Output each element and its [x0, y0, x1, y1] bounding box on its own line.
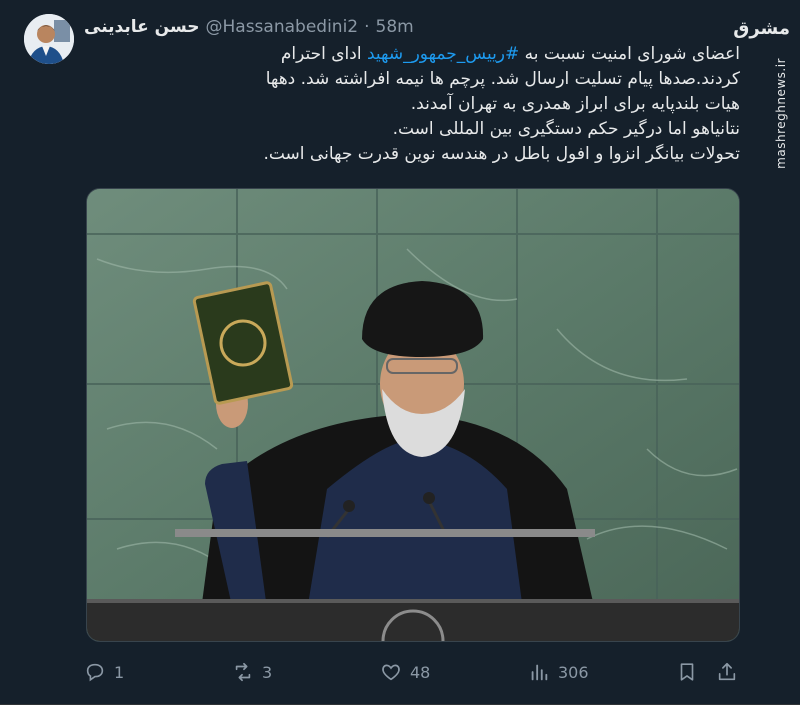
heart-icon — [382, 664, 400, 681]
tweet-paragraph-1: اعضای شورای امنیت نسبت به #رییس_جمهور_شه… — [230, 42, 740, 117]
watermark-logo: مشرق — [733, 18, 790, 39]
avatar-image — [24, 14, 74, 64]
share-icon — [718, 662, 736, 681]
bookmark-icon — [680, 663, 694, 681]
retweet-icon — [235, 662, 251, 682]
timestamp[interactable]: 58m — [376, 17, 414, 37]
watermark: مشرق mashreghnews.ir — [733, 10, 796, 210]
photo-speaker-at-podium — [87, 189, 739, 641]
retweet-count: 3 — [262, 662, 273, 682]
like-button[interactable]: 48 — [380, 655, 430, 689]
tweet-paragraph-3: تحولات بیانگر انزوا و افول باطل در هندسه… — [263, 144, 740, 164]
tweet-text: اعضای شورای امنیت نسبت به #رییس_جمهور_شه… — [230, 42, 740, 167]
reply-button[interactable]: 1 — [84, 655, 124, 689]
avatar[interactable] — [24, 14, 74, 64]
tweet-card: مشرق mashreghnews.ir حسن عابدینی @Hassan… — [0, 0, 800, 705]
tweet-media-photo[interactable] — [86, 188, 740, 642]
views-icon — [531, 664, 548, 681]
reply-count: 1 — [114, 662, 125, 682]
retweet-button[interactable]: 3 — [232, 655, 272, 689]
tweet-paragraph-2: نتانیاهو اما درگیر حکم دستگیری بین الملل… — [392, 119, 740, 139]
like-count: 48 — [410, 662, 431, 682]
tweet-actions: 1 3 48 306 — [84, 655, 744, 689]
watermark-text: mashreghnews.ir — [774, 58, 788, 169]
share-button[interactable] — [716, 655, 738, 689]
tweet-header: حسن عابدینی @Hassanabedini2 · 58m — [84, 14, 414, 40]
views-count: 306 — [558, 662, 589, 682]
bookmark-button[interactable] — [676, 655, 698, 689]
hashtag-link[interactable]: #رییس_جمهور_شهید — [367, 44, 519, 64]
separator-dot: · — [364, 17, 370, 37]
reply-icon — [86, 663, 104, 682]
author-handle[interactable]: @Hassanabedini2 — [206, 17, 359, 37]
author-name[interactable]: حسن عابدینی — [84, 17, 200, 37]
views-button[interactable]: 306 — [528, 655, 589, 689]
tweet-text-part: اعضای شورای امنیت نسبت به — [519, 44, 740, 64]
